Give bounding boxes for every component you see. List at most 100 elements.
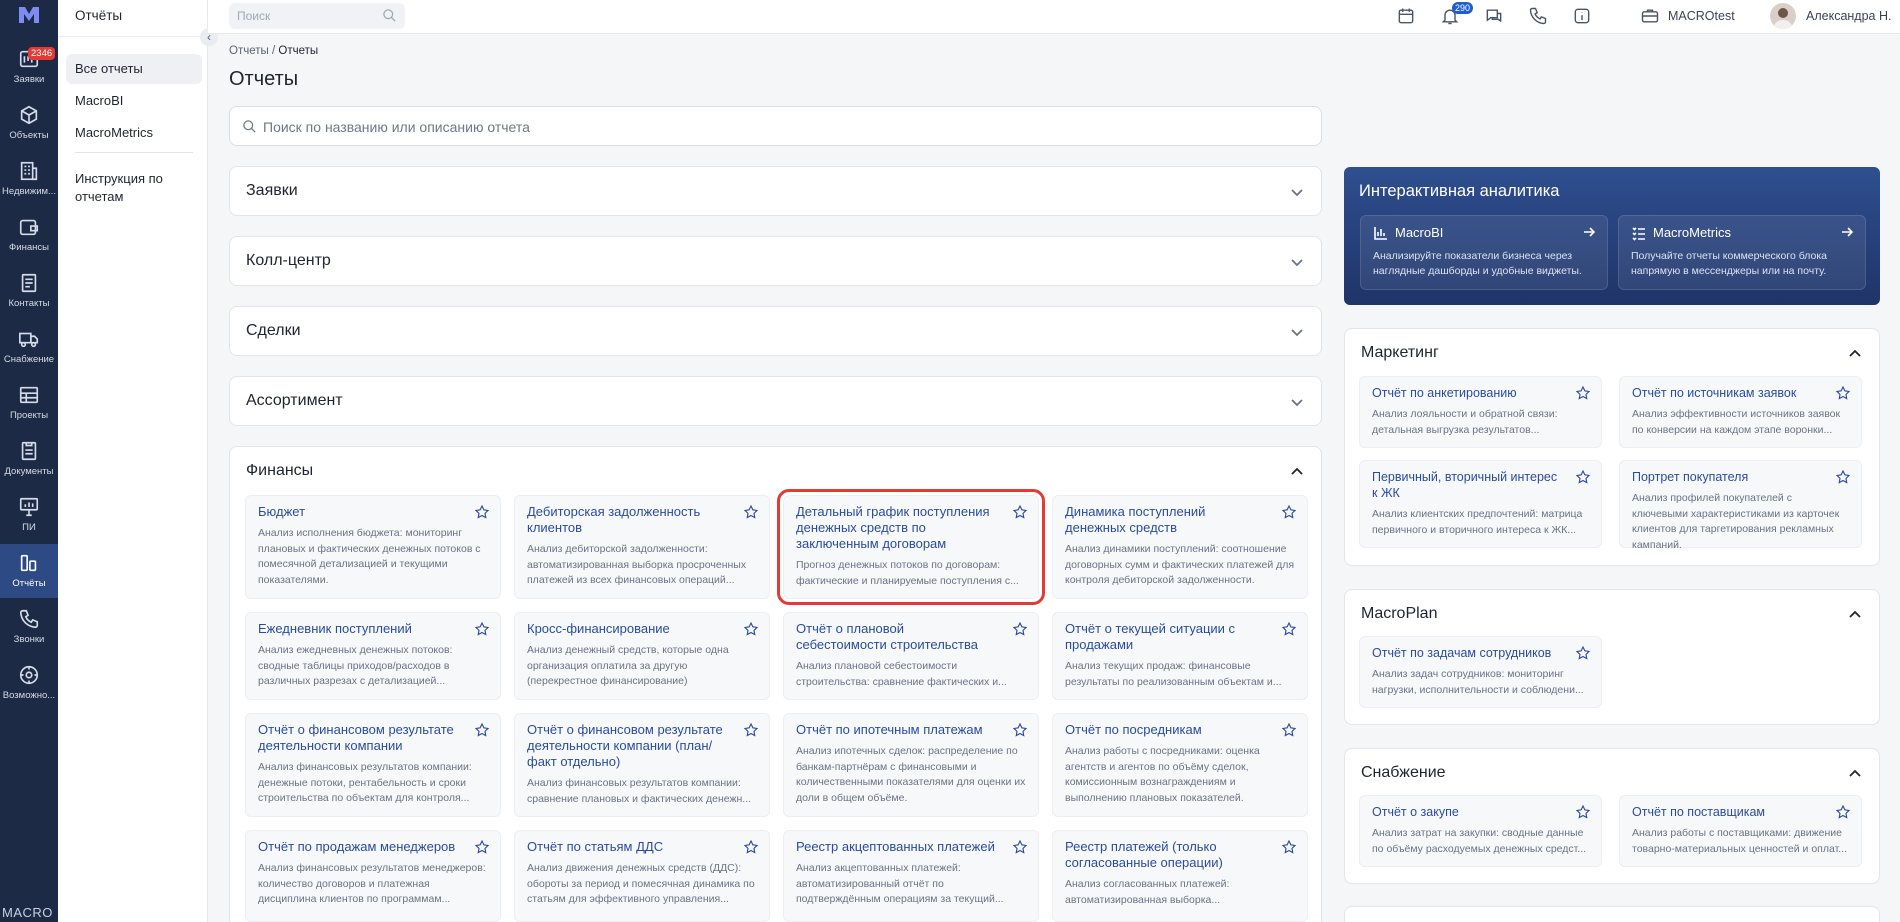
search-icon <box>243 120 256 133</box>
nav-supply[interactable]: Снабжение <box>0 320 58 374</box>
avatar[interactable] <box>1770 3 1796 29</box>
calendar-icon[interactable] <box>1396 6 1416 26</box>
report-card[interactable]: Ежедневник поступлений Анализ ежедневных… <box>245 612 501 700</box>
report-card[interactable]: Отчёт по задачам сотрудников Анализ зада… <box>1359 636 1602 708</box>
section-assortment[interactable]: Ассортимент <box>229 376 1322 426</box>
report-card[interactable]: Отчёт по поставщикам Анализ работы с пос… <box>1619 795 1862 867</box>
nav-capabilities[interactable]: Возможно... <box>0 656 58 710</box>
report-card[interactable]: Первичный, вторичный интерес к ЖК Анализ… <box>1359 460 1602 548</box>
organization-name[interactable]: MACROtest <box>1668 9 1735 23</box>
star-icon[interactable] <box>1835 804 1851 820</box>
star-icon[interactable] <box>474 722 490 738</box>
chevron-up-icon[interactable] <box>1847 607 1863 623</box>
sidebar-item-macrobi[interactable]: MacroBI <box>66 86 202 116</box>
star-icon[interactable] <box>1012 621 1028 637</box>
report-card[interactable]: Отчёт о плановой себестоимости строитель… <box>783 612 1039 700</box>
chat-icon[interactable] <box>1484 6 1504 26</box>
star-icon[interactable] <box>743 504 759 520</box>
report-description: Анализ движения денежных средств (ДДС): … <box>527 862 755 905</box>
building-icon <box>20 161 38 181</box>
report-description: Анализ денежный средств, которые одна ор… <box>527 644 729 687</box>
chevron-up-icon[interactable] <box>1289 464 1305 480</box>
report-card[interactable]: Отчёт по источникам заявок Анализ эффект… <box>1619 376 1862 448</box>
nav-objects[interactable]: Объекты <box>0 96 58 150</box>
section-title[interactable]: Снабжение <box>1361 764 1446 782</box>
report-card[interactable]: Отчёт по статьям ДДС Анализ движения ден… <box>514 830 770 922</box>
report-card[interactable]: Отчёт по ипотечным платежам Анализ ипоте… <box>783 713 1039 817</box>
star-icon[interactable] <box>1281 621 1297 637</box>
section-title[interactable]: Маркетинг <box>1361 344 1439 362</box>
cube-icon <box>20 105 38 125</box>
user-name[interactable]: Александра Н. <box>1806 9 1891 23</box>
sidebar-title: Отчёты <box>75 8 123 23</box>
nav-documents[interactable]: Документы <box>0 432 58 486</box>
report-card[interactable]: Реестр платежей (только согласованные оп… <box>1052 830 1308 922</box>
report-description: Анализ профилей покупателей с ключевыми … <box>1632 492 1840 551</box>
bar-chart-icon <box>1374 227 1387 240</box>
chevron-up-icon[interactable] <box>1847 346 1863 362</box>
star-icon[interactable] <box>1012 722 1028 738</box>
breadcrumb-root[interactable]: Отчеты <box>229 45 269 57</box>
sidebar-item-instructions[interactable]: Инструкция по отчетам <box>66 164 202 212</box>
star-icon[interactable] <box>1575 645 1591 661</box>
report-card[interactable]: Кросс-финансирование Анализ денежный сре… <box>514 612 770 700</box>
report-card[interactable]: Бюджет Анализ исполнения бюджета: монито… <box>245 495 501 599</box>
briefcase-icon[interactable] <box>1640 6 1660 26</box>
star-icon[interactable] <box>1281 839 1297 855</box>
star-icon[interactable] <box>474 839 490 855</box>
star-icon[interactable] <box>1575 804 1591 820</box>
section-call-center[interactable]: Колл-центр <box>229 236 1322 286</box>
star-icon[interactable] <box>1835 385 1851 401</box>
nav-pi[interactable]: ПИ <box>0 488 58 542</box>
star-icon[interactable] <box>1835 469 1851 485</box>
report-card[interactable]: Портрет покупателя Анализ профилей покуп… <box>1619 460 1862 551</box>
report-card[interactable]: Отчёт о текущей ситуации с продажами Ана… <box>1052 612 1308 700</box>
section-title[interactable]: MacroPlan <box>1361 605 1437 623</box>
report-card[interactable]: Реестр акцептованных платежей Анализ акц… <box>783 830 1039 922</box>
section-requests[interactable]: Заявки <box>229 166 1322 216</box>
report-card[interactable]: Дебиторская задолженность клиентов Анали… <box>514 495 770 599</box>
report-card[interactable]: Отчёт о финансовом результате деятельнос… <box>514 713 770 817</box>
star-icon[interactable] <box>474 621 490 637</box>
macro-logo-icon[interactable] <box>17 5 41 25</box>
sidebar-item-all-reports[interactable]: Все отчеты <box>66 54 202 84</box>
star-icon[interactable] <box>743 621 759 637</box>
nav-realty[interactable]: Недвижим... <box>0 152 58 206</box>
star-icon[interactable] <box>1281 722 1297 738</box>
global-search-input[interactable]: Поиск <box>229 3 405 29</box>
star-icon[interactable] <box>1012 504 1028 520</box>
report-card[interactable]: Отчёт по посредникам Анализ работы с пос… <box>1052 713 1308 817</box>
report-card[interactable]: Отчёт по анкетированию Анализ лояльности… <box>1359 376 1602 448</box>
macrometrics-link-card[interactable]: MacroMetrics Получайте отчеты коммерческ… <box>1618 215 1866 290</box>
star-icon[interactable] <box>1012 839 1028 855</box>
star-icon[interactable] <box>1575 385 1591 401</box>
phone-icon <box>19 609 39 629</box>
phone-icon[interactable] <box>1528 6 1548 26</box>
star-icon[interactable] <box>474 504 490 520</box>
section-title[interactable]: Финансы <box>246 462 313 480</box>
report-card[interactable]: Отчёт о финансовом результате деятельнос… <box>245 713 501 817</box>
report-card[interactable]: Отчёт по продажам менеджеров Анализ фина… <box>245 830 501 922</box>
nav-requests[interactable]: Заявки 2346 <box>0 40 58 94</box>
chevron-up-icon[interactable] <box>1847 766 1863 782</box>
star-icon[interactable] <box>1575 469 1591 485</box>
report-title: Отчёт по продажам менеджеров <box>258 839 456 854</box>
macrobi-link-card[interactable]: MacroBI Анализируйте показатели бизнеса … <box>1360 215 1608 290</box>
notifications-badge: 290 <box>1452 2 1474 14</box>
info-icon[interactable] <box>1572 6 1592 26</box>
nav-reports[interactable]: Отчёты <box>0 544 58 598</box>
report-description: Анализ финансовых результатов компании: … <box>527 777 752 805</box>
report-card-highlighted[interactable]: Детальный график поступления денежных ср… <box>777 489 1045 605</box>
nav-finance[interactable]: Финансы <box>0 208 58 262</box>
star-icon[interactable] <box>1281 504 1297 520</box>
nav-projects[interactable]: Проекты <box>0 376 58 430</box>
star-icon[interactable] <box>743 839 759 855</box>
nav-calls[interactable]: Звонки <box>0 600 58 654</box>
nav-contacts[interactable]: Контакты <box>0 264 58 318</box>
report-search-input[interactable]: Поиск по названию или описанию отчета <box>229 106 1322 146</box>
report-card[interactable]: Динамика поступлений денежных средств Ан… <box>1052 495 1308 599</box>
section-deals[interactable]: Сделки <box>229 306 1322 356</box>
report-card[interactable]: Отчёт о закупе Анализ затрат на закупки:… <box>1359 795 1602 867</box>
star-icon[interactable] <box>743 722 759 738</box>
sidebar-item-macrometrics[interactable]: MacroMetrics <box>66 118 202 148</box>
